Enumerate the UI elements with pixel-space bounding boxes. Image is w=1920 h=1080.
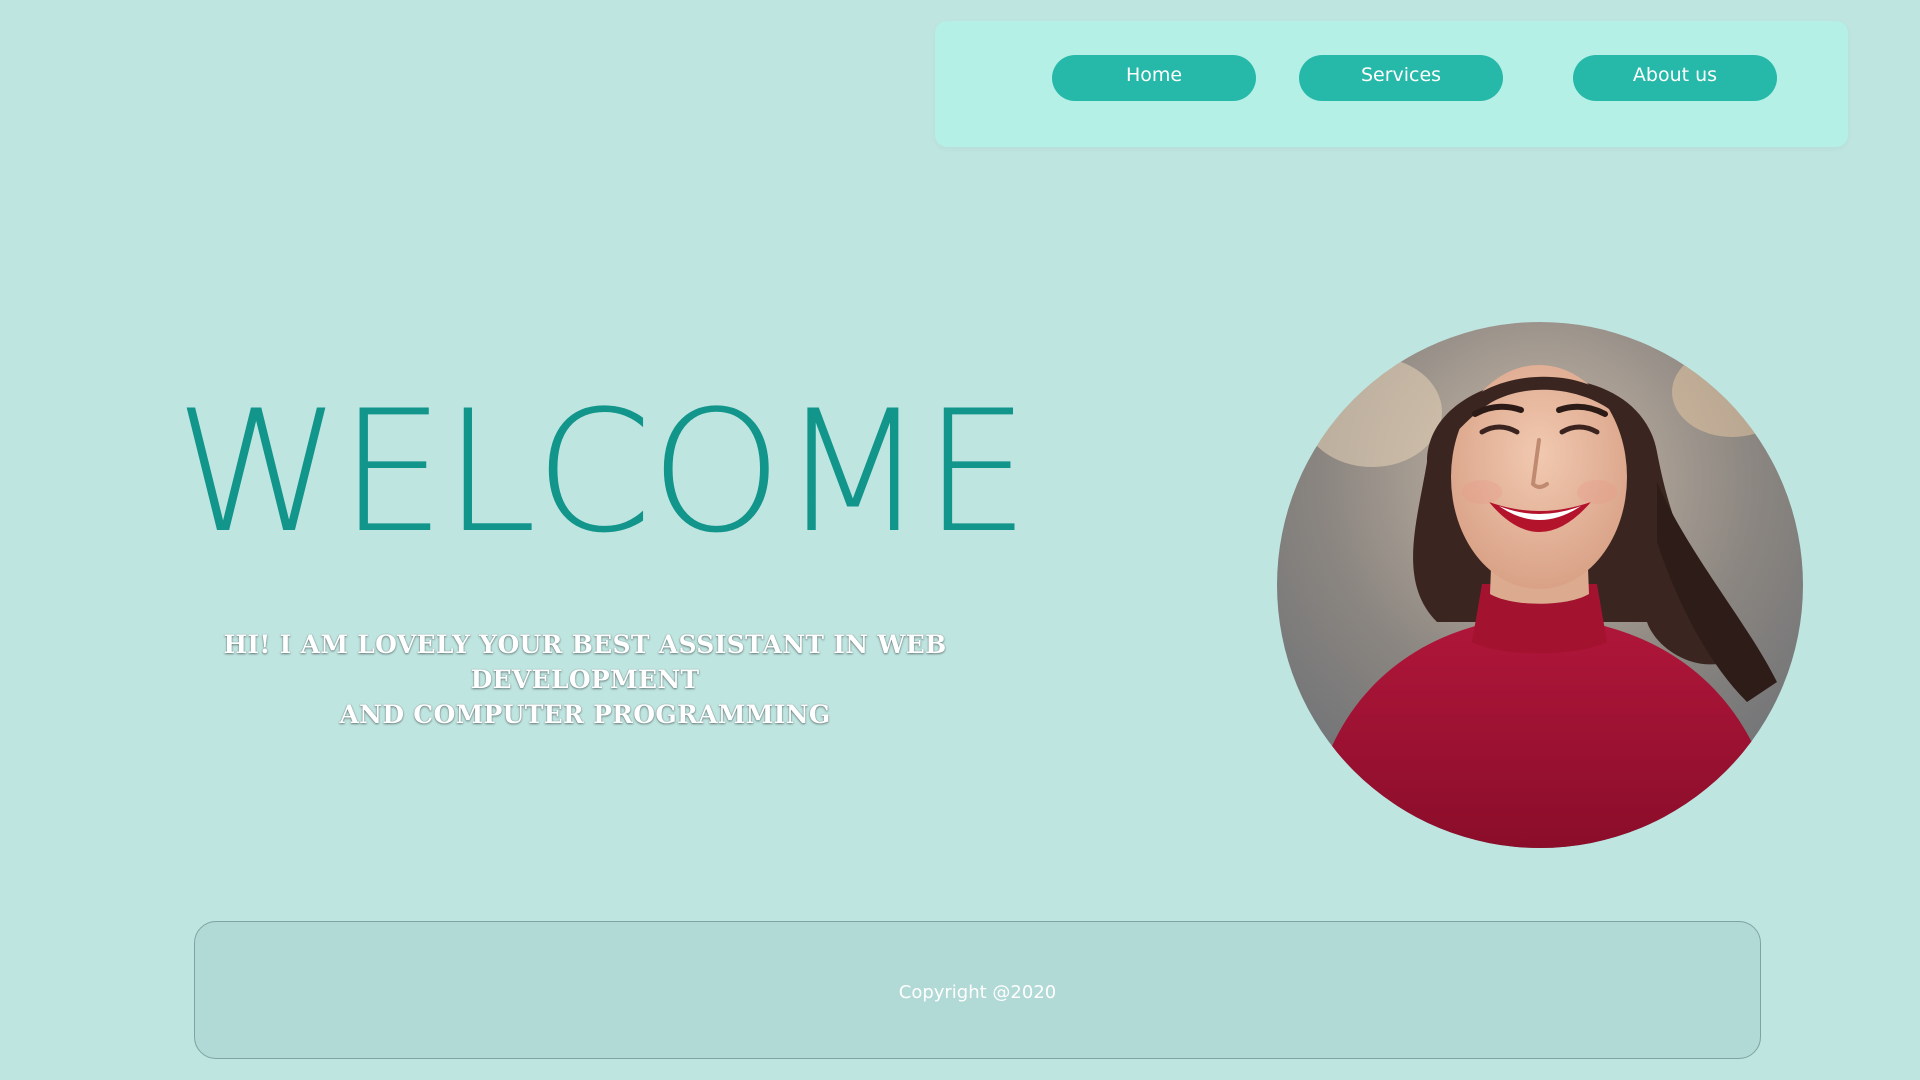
profile-photo-icon: [1277, 322, 1803, 848]
tagline-line-1: HI! I AM LOVELY YOUR BEST ASSISTANT IN W…: [223, 630, 947, 694]
tagline-line-2: AND COMPUTER PROGRAMMING: [339, 700, 831, 729]
nav-home-button[interactable]: Home: [1052, 55, 1256, 101]
footer: Copyright @2020: [194, 921, 1761, 1059]
nav-services-button[interactable]: Services: [1299, 55, 1503, 101]
top-nav: Home Services About us: [935, 21, 1848, 147]
copyright-text: Copyright @2020: [898, 982, 1057, 1003]
nav-about-button[interactable]: About us: [1573, 55, 1777, 101]
welcome-heading: WELCOME: [175, 374, 1030, 570]
hero-tagline: HI! I AM LOVELY YOUR BEST ASSISTANT IN W…: [130, 627, 1040, 732]
profile-avatar: [1277, 322, 1803, 848]
